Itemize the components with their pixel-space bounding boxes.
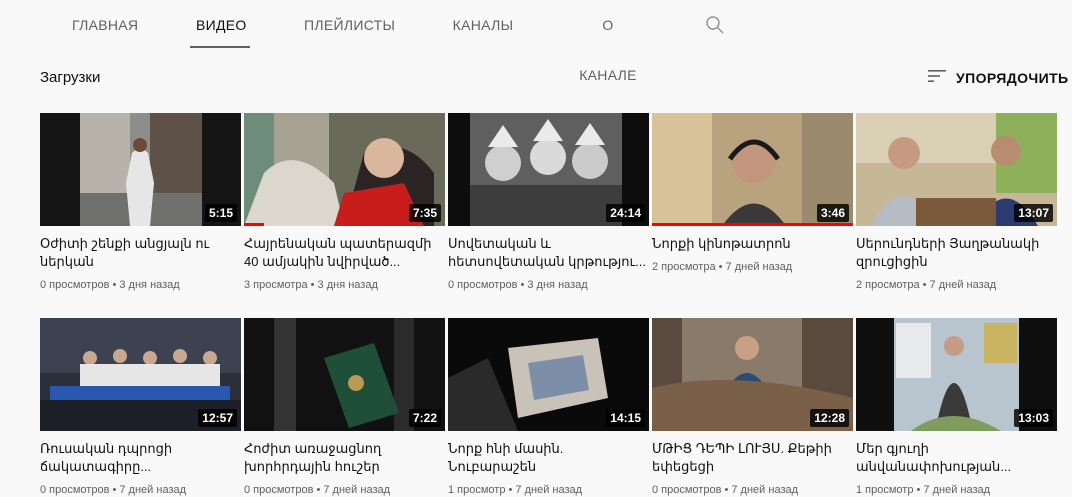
tab-playlists[interactable]: ПЛЕЙЛИСТЫ bbox=[304, 0, 395, 50]
video-thumbnail[interactable]: 14:15 bbox=[448, 318, 649, 431]
video-meta: 0 просмотров • 3 дня назад bbox=[40, 279, 180, 291]
video-thumbnail[interactable]: 13:03 bbox=[856, 318, 1057, 431]
video-meta: 1 просмотр • 7 дней назад bbox=[448, 484, 583, 496]
sort-label: УПОРЯДОЧИТЬ bbox=[956, 70, 1069, 86]
video-thumbnail[interactable]: 5:15 bbox=[40, 113, 241, 226]
video-title[interactable]: Մեր գյուղի անվանափոխության... bbox=[856, 440, 1057, 476]
video-thumbnail[interactable]: 3:46 bbox=[652, 113, 853, 226]
video-title[interactable]: Սերունդների Յաղթանակի զրուցիցին bbox=[856, 235, 1057, 271]
video-card[interactable]: 5:15 Օժիտի շենքի անցյալն ու ներկան 0 про… bbox=[40, 113, 241, 292]
video-title[interactable]: ՄԹԻՑ ԴԵՊԻ ԼՈՒՅՍ. Քեթիի եփեցեցի bbox=[652, 440, 853, 476]
section-title: Загрузки bbox=[40, 69, 101, 86]
video-duration: 7:22 bbox=[408, 409, 441, 427]
video-title[interactable]: Ռուսական դպրոցի ճակատագիրը... bbox=[40, 440, 241, 476]
video-meta: 0 просмотров • 7 дней назад bbox=[652, 484, 799, 496]
video-title[interactable]: Նորք հնի մասին. Նուբարաշեն bbox=[448, 440, 649, 476]
watch-progress bbox=[652, 223, 853, 226]
video-duration: 7:35 bbox=[408, 204, 441, 222]
search-icon[interactable] bbox=[704, 14, 726, 36]
tab-videos[interactable]: ВИДЕО bbox=[190, 0, 250, 50]
video-duration: 13:03 bbox=[1014, 409, 1053, 427]
video-title[interactable]: Օժիտի շենքի անցյալն ու ներկան bbox=[40, 235, 241, 271]
watch-progress bbox=[244, 223, 264, 226]
tab-about[interactable]: О КАНАЛЕ bbox=[572, 0, 644, 83]
video-duration: 24:14 bbox=[606, 204, 645, 222]
video-meta: 1 просмотр • 7 дней назад bbox=[856, 484, 991, 496]
video-title[interactable]: Հայրենական պատերազմի 40 ամյակին նվիրված.… bbox=[244, 235, 445, 271]
video-card[interactable]: 13:03 Մեր գյուղի անվանափոխության... 1 пр… bbox=[856, 318, 1057, 497]
video-duration: 13:07 bbox=[1014, 204, 1053, 222]
video-title[interactable]: Հոժիտ առաջացնող խորհրդային հուշեր bbox=[244, 440, 445, 476]
video-card[interactable]: 24:14 Սովետական և հետսովետական կրթությու… bbox=[448, 113, 649, 292]
sort-icon bbox=[928, 68, 946, 89]
video-card[interactable]: 12:28 ՄԹԻՑ ԴԵՊԻ ԼՈՒՅՍ. Քեթիի եփեցեցի 0 п… bbox=[652, 318, 853, 497]
video-title[interactable]: Սովետական և հետսովետական կրթությու... bbox=[448, 235, 649, 271]
video-meta: 3 просмотра • 3 дня назад bbox=[244, 279, 378, 291]
video-card[interactable]: 7:22 Հոժիտ առաջացնող խորհրդային հուշեր 0… bbox=[244, 318, 445, 497]
tab-channels[interactable]: КАНАЛЫ bbox=[452, 0, 514, 50]
video-duration: 3:46 bbox=[816, 204, 849, 222]
video-duration: 5:15 bbox=[204, 204, 237, 222]
video-meta: 0 просмотров • 7 дней назад bbox=[40, 484, 187, 496]
video-meta: 0 просмотров • 7 дней назад bbox=[244, 484, 391, 496]
video-meta: 2 просмотра • 7 дней назад bbox=[652, 261, 793, 273]
video-thumbnail[interactable]: 7:35 bbox=[244, 113, 445, 226]
video-duration: 14:15 bbox=[606, 409, 645, 427]
video-duration: 12:57 bbox=[198, 409, 237, 427]
tab-home[interactable]: ГЛАВНАЯ bbox=[72, 0, 138, 50]
video-meta: 2 просмотра • 7 дней назад bbox=[856, 279, 997, 291]
video-title[interactable]: Նորքի կինոթատրոն bbox=[652, 235, 853, 253]
video-card[interactable]: 14:15 Նորք հնի մասին. Նուբարաշեն 1 просм… bbox=[448, 318, 649, 497]
video-card[interactable]: 7:35 Հայրենական պատերազմի 40 ամյակին նվի… bbox=[244, 113, 445, 292]
channel-tabs: ГЛАВНАЯ ВИДЕО ПЛЕЙЛИСТЫ КАНАЛЫ О КАНАЛЕ bbox=[0, 0, 1072, 83]
video-thumbnail[interactable]: 12:28 bbox=[652, 318, 853, 431]
video-thumbnail[interactable]: 24:14 bbox=[448, 113, 649, 226]
video-card[interactable]: 13:07 Սերունդների Յաղթանակի զրուցիցին 2 … bbox=[856, 113, 1057, 292]
video-thumbnail[interactable]: 12:57 bbox=[40, 318, 241, 431]
video-meta: 0 просмотров • 3 дня назад bbox=[448, 279, 588, 291]
video-card[interactable]: 12:57 Ռուսական դպրոցի ճակատագիրը... 0 пр… bbox=[40, 318, 241, 497]
video-duration: 12:28 bbox=[810, 409, 849, 427]
video-thumbnail[interactable]: 7:22 bbox=[244, 318, 445, 431]
video-card[interactable]: 3:46 Նորքի կինոթատրոն 2 просмотра • 7 дн… bbox=[652, 113, 853, 274]
video-thumbnail[interactable]: 13:07 bbox=[856, 113, 1057, 226]
sort-button[interactable]: УПОРЯДОЧИТЬ bbox=[928, 66, 1069, 90]
